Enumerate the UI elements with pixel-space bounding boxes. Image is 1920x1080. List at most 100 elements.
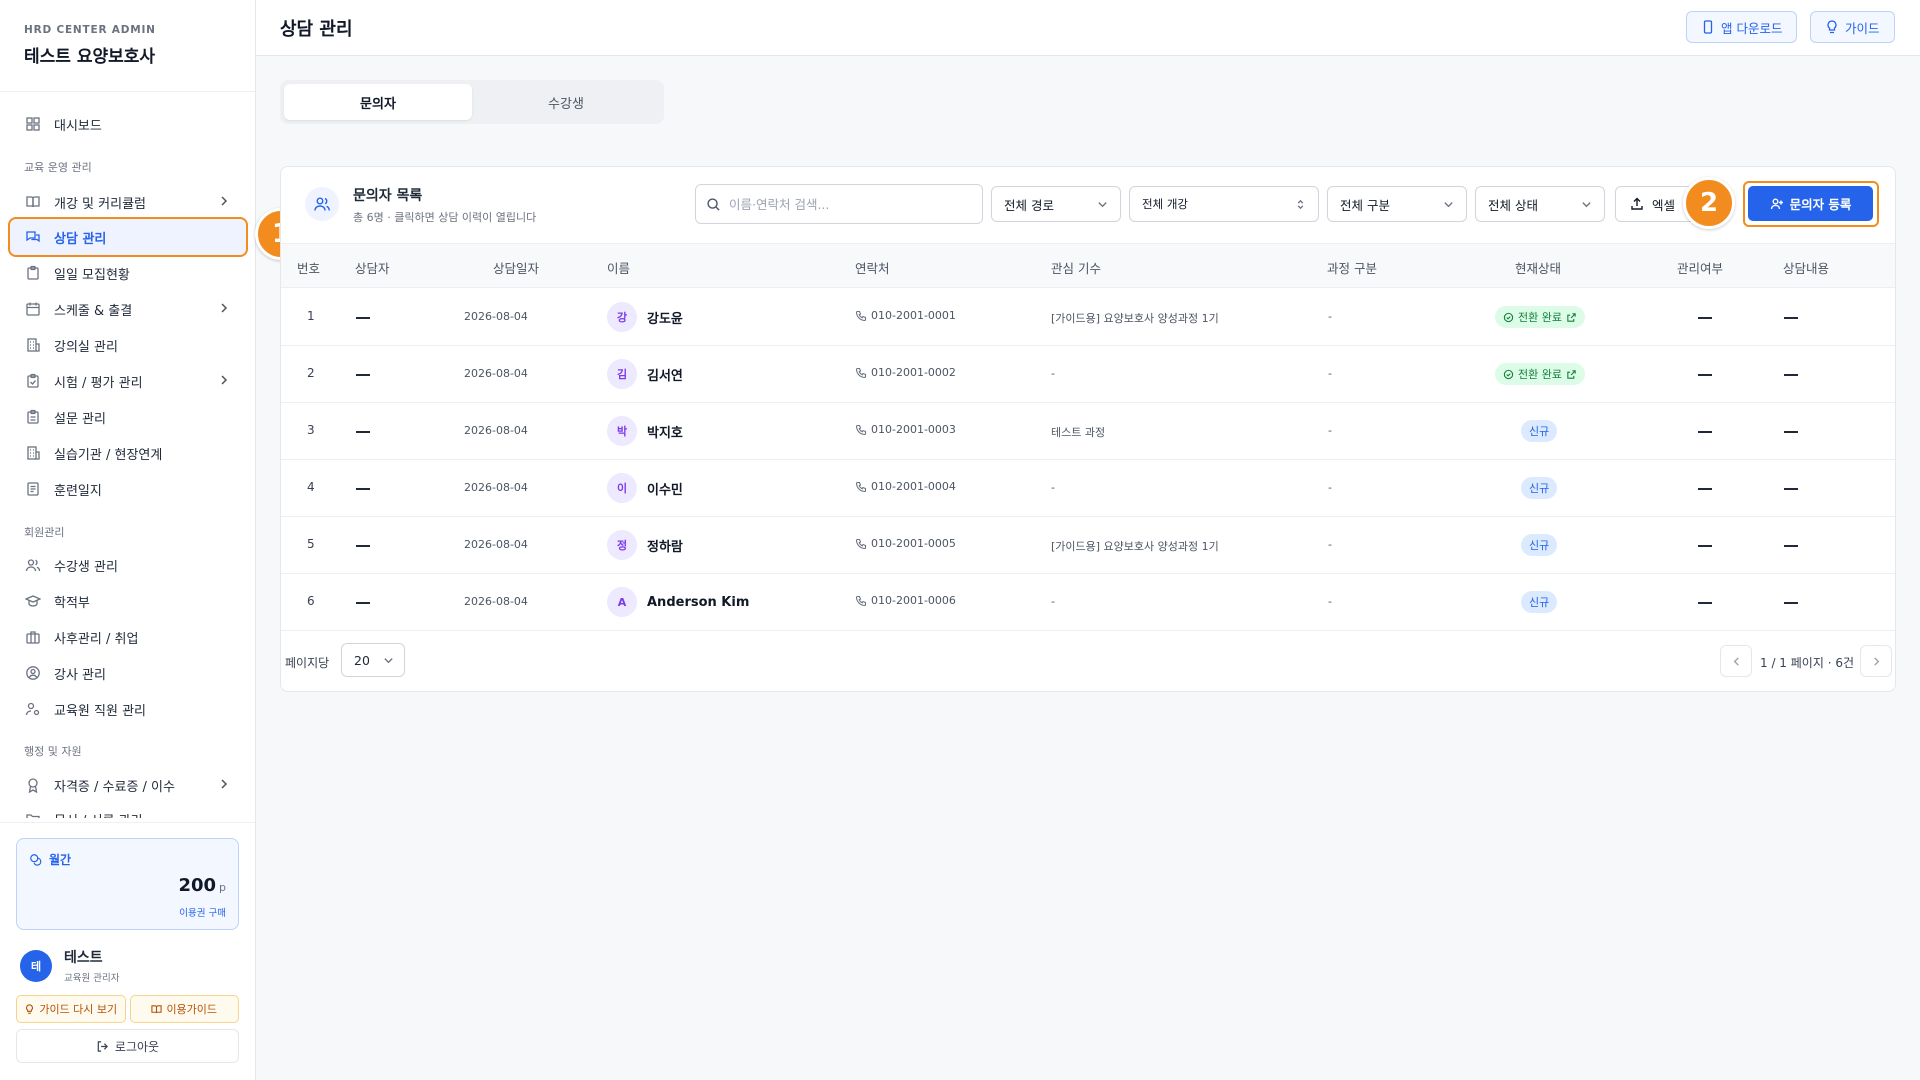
chevron-down-icon: [384, 658, 393, 664]
folder-icon: [24, 810, 42, 818]
route-filter-select[interactable]: 전체 경로: [991, 186, 1121, 222]
name-cell: 강 강도윤: [607, 302, 683, 332]
course-type: -: [1328, 538, 1332, 551]
name-cell: 이 이수민: [607, 473, 683, 503]
usage-guide-label: 이용가이드: [166, 1003, 218, 1016]
managed-empty: [1698, 545, 1712, 547]
course-type: -: [1328, 595, 1332, 608]
smartphone-icon: [1703, 20, 1713, 34]
course-filter-value: 전체 개강: [1142, 197, 1188, 211]
sidebar-item-records[interactable]: 학적부: [10, 583, 246, 619]
interest-course: -: [1051, 367, 1055, 380]
table-row[interactable]: 5 2026-08-04 정 정하람 010-2001-0005 [가이드용] 요양보호사…: [281, 517, 1895, 574]
credit-label-text: 월간: [49, 853, 72, 867]
logout-label: 로그아웃: [114, 1039, 160, 1054]
sidebar-footer: 월간 200 p 이용권 구매 테 테스트 교육원 관리자 가이드 다시 보기 이…: [0, 822, 255, 1063]
next-page-button[interactable]: [1860, 645, 1892, 677]
sidebar-item-exam[interactable]: 시험 / 평가 관리: [10, 363, 246, 399]
prev-page-button[interactable]: [1720, 645, 1752, 677]
table-row[interactable]: 4 2026-08-04 이 이수민 010-2001-0004 - - 신규: [281, 460, 1895, 517]
building-icon: [24, 444, 42, 462]
add-inquirer-button[interactable]: 문의자 등록: [1748, 186, 1873, 221]
counselor-empty: [356, 602, 370, 604]
sidebar-item-survey[interactable]: 설문 관리: [10, 399, 246, 435]
phone-icon: [855, 367, 867, 378]
content-empty: [1784, 317, 1798, 319]
table-row[interactable]: 6 2026-08-04 A Anderson Kim 010-2001-0006 - - 신…: [281, 574, 1895, 631]
sidebar-item-label: 일일 모집현황: [54, 267, 130, 283]
table-row[interactable]: 3 2026-08-04 박 박지호 010-2001-0003 테스트 과정 - 신규: [281, 403, 1895, 460]
status-filter-select[interactable]: 전체 상태: [1475, 186, 1605, 222]
add-inquirer-label: 문의자 등록: [1789, 197, 1852, 212]
chevron-right-icon: [221, 779, 228, 789]
sidebar-item-aftercare[interactable]: 사후관리 / 취업: [10, 619, 246, 655]
app-download-button[interactable]: 앱 다운로드: [1686, 11, 1798, 43]
row-number: 5: [307, 537, 315, 551]
sidebar-item-classroom[interactable]: 강의실 관리: [10, 327, 246, 363]
consult-date: 2026-08-04: [464, 595, 528, 608]
sidebar-item-students[interactable]: 수강생 관리: [10, 547, 246, 583]
clipboard-check-icon: [24, 372, 42, 390]
col-content: 상담내용: [1783, 261, 1830, 276]
sidebar-item-schedule[interactable]: 스케줄 & 출결: [10, 291, 246, 327]
sidebar-item-teachers[interactable]: 강사 관리: [10, 655, 246, 691]
col-date: 상담일자: [493, 261, 540, 276]
col-status: 현재상태: [1515, 261, 1562, 276]
sidebar-item-dashboard[interactable]: 대시보드: [10, 106, 246, 142]
app-download-label: 앱 다운로드: [1721, 20, 1783, 36]
col-phone: 연락처: [855, 261, 890, 276]
sidebar-item-consult[interactable]: 상담 관리: [8, 217, 248, 257]
tab-inquirers[interactable]: 문의자: [284, 84, 472, 120]
table-row[interactable]: 1 2026-08-04 강 강도윤 010-2001-0001 [가이드용] 요양보호사…: [281, 289, 1895, 346]
sidebar-item-journal[interactable]: 훈련일지: [10, 471, 246, 507]
table-row[interactable]: 2 2026-08-04 김 김서연 010-2001-0002 - - 전환 완료: [281, 346, 1895, 403]
sidebar-item-label: 수강생 관리: [54, 559, 118, 575]
credit-value: 200 p: [178, 875, 226, 896]
chevron-up-down-icon: [1297, 199, 1304, 210]
guide-button[interactable]: 가이드: [1810, 11, 1895, 43]
sidebar-item-staff[interactable]: 교육원 직원 관리: [10, 691, 246, 727]
usage-guide-button[interactable]: 이용가이드: [129, 995, 239, 1023]
status-badge: 신규: [1521, 534, 1558, 556]
status-badge[interactable]: 전환 완료: [1495, 363, 1585, 385]
search-input[interactable]: [729, 196, 969, 212]
book-icon: [24, 193, 42, 211]
sidebar-item-daily[interactable]: 일일 모집현황: [10, 255, 246, 291]
course-filter-select[interactable]: 전체 개강: [1129, 186, 1319, 222]
status-badge: 신규: [1521, 591, 1558, 613]
sidebar-item-label: 훈련일지: [54, 483, 102, 499]
tab-students[interactable]: 수강생: [472, 84, 660, 120]
row-number: 6: [307, 594, 315, 608]
col-counselor: 상담자: [355, 261, 390, 276]
course-type: -: [1328, 481, 1332, 494]
page-header: 상담 관리 앱 다운로드 가이드: [256, 0, 1920, 56]
sidebar-item-practice[interactable]: 실습기관 / 현장연계: [10, 435, 246, 471]
per-page-select[interactable]: 20: [341, 643, 405, 677]
type-filter-select[interactable]: 전체 구분: [1327, 186, 1467, 222]
user-plus-icon: [1770, 198, 1783, 209]
buy-pass-link[interactable]: 이용권 구매: [179, 905, 226, 919]
phone-cell: 010-2001-0004: [855, 480, 956, 493]
inquirer-name: 김서연: [647, 368, 683, 384]
sidebar-item-label: 문서 / 서류 관리: [54, 810, 143, 819]
sidebar-item-docs[interactable]: 문서 / 서류 관리: [10, 801, 246, 818]
logout-icon: [97, 1040, 108, 1052]
row-number: 4: [307, 480, 315, 494]
logout-button[interactable]: 로그아웃: [16, 1029, 239, 1063]
phone-cell: 010-2001-0001: [855, 309, 956, 322]
inquirer-name: 정하람: [647, 539, 683, 555]
sidebar-item-label: 사후관리 / 취업: [54, 631, 139, 647]
managed-empty: [1698, 431, 1712, 433]
phone-number: 010-2001-0005: [871, 537, 956, 550]
managed-empty: [1698, 602, 1712, 604]
chevron-down-icon: [1582, 202, 1591, 208]
status-badge[interactable]: 전환 완료: [1495, 306, 1585, 328]
guide-buttons: 가이드 다시 보기 이용가이드: [16, 995, 239, 1023]
sidebar-item-certs[interactable]: 자격증 / 수료증 / 이수: [10, 767, 246, 803]
award-icon: [24, 776, 42, 794]
guide-again-button[interactable]: 가이드 다시 보기: [16, 995, 126, 1023]
credit-amount: 200: [178, 875, 217, 896]
sidebar-item-course[interactable]: 개강 및 커리큘럼: [10, 184, 246, 220]
user-info: 테 테스트 교육원 관리자: [20, 947, 119, 984]
users-icon: [24, 556, 42, 574]
